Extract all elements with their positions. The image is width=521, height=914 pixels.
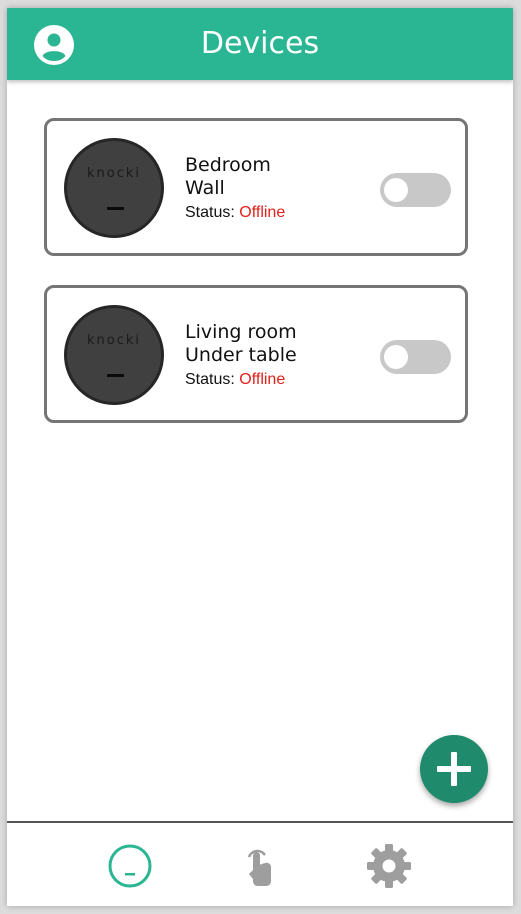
knocki-device-icon: knocki bbox=[64, 138, 164, 238]
plus-icon-stroke bbox=[451, 752, 457, 786]
status-label: Status: bbox=[185, 204, 235, 221]
gear-icon bbox=[367, 844, 411, 888]
device-card[interactable]: knocki Living room Under table Status: O… bbox=[44, 285, 468, 423]
app-screen: Devices knocki Bedroom Wall Status: Offl… bbox=[7, 8, 513, 906]
tap-gesture-icon bbox=[247, 849, 271, 886]
nav-settings-tab[interactable] bbox=[364, 841, 414, 891]
device-room: Living room bbox=[185, 321, 297, 343]
device-room: Bedroom bbox=[185, 154, 271, 176]
app-bar: Devices bbox=[7, 8, 513, 80]
knocki-device-icon bbox=[108, 844, 152, 888]
status-label: Status: bbox=[185, 371, 235, 388]
device-status: Status: Offline bbox=[185, 371, 285, 389]
device-name: Bedroom Wall bbox=[185, 154, 271, 200]
device-brand-label: knocki bbox=[86, 166, 141, 181]
page-title: Devices bbox=[200, 26, 320, 61]
device-name: Living room Under table bbox=[185, 321, 297, 367]
device-enable-toggle[interactable] bbox=[380, 173, 451, 207]
knocki-device-icon: knocki bbox=[64, 305, 164, 405]
device-location: Under table bbox=[185, 344, 297, 366]
status-value: Offline bbox=[239, 204, 286, 221]
status-value: Offline bbox=[239, 371, 286, 388]
add-device-button[interactable] bbox=[420, 735, 488, 803]
device-card[interactable]: knocki Bedroom Wall Status: Offline bbox=[44, 118, 468, 256]
bottom-nav bbox=[7, 821, 513, 906]
toggle-knob bbox=[384, 178, 408, 202]
nav-gestures-tab[interactable] bbox=[235, 841, 285, 891]
device-enable-toggle[interactable] bbox=[380, 340, 451, 374]
toggle-knob bbox=[384, 345, 408, 369]
device-bar-mark bbox=[107, 374, 124, 377]
device-status: Status: Offline bbox=[185, 204, 285, 222]
device-location: Wall bbox=[185, 177, 225, 199]
device-brand-label: knocki bbox=[86, 333, 141, 348]
nav-devices-tab[interactable] bbox=[105, 841, 155, 891]
device-bar-mark bbox=[107, 207, 124, 210]
